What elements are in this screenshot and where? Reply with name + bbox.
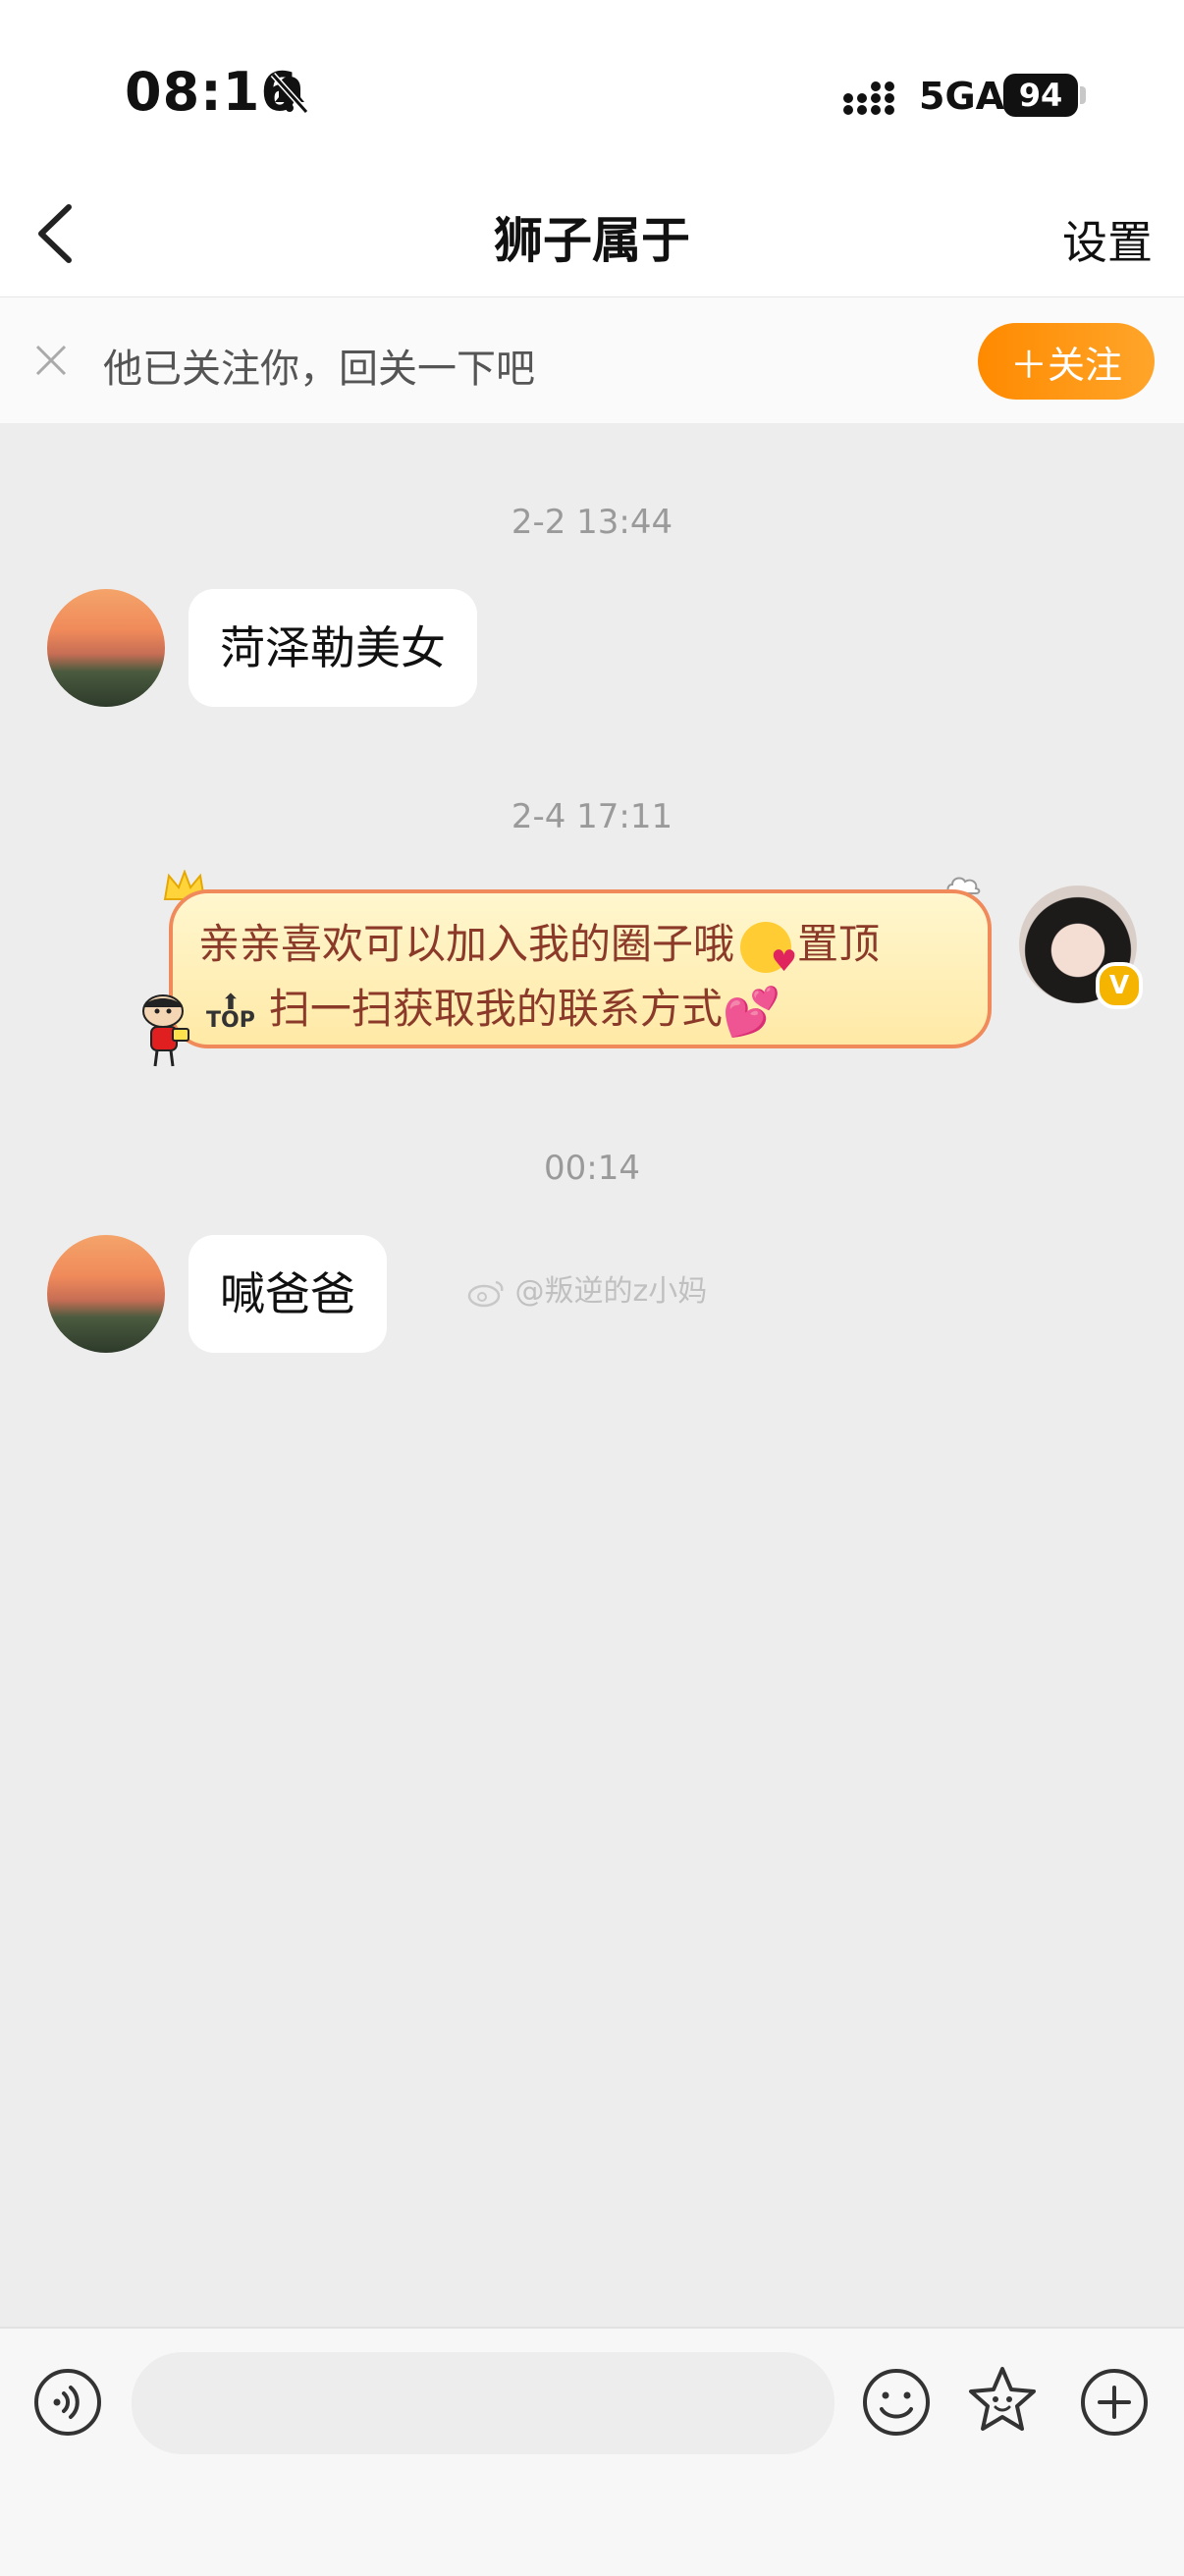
follow-back-banner: 他已关注你，回关一下吧 ＋关注 xyxy=(0,297,1184,423)
voice-icon[interactable] xyxy=(31,2366,104,2439)
mute-bell-icon xyxy=(270,72,309,115)
message-bubble[interactable]: 喊爸爸 xyxy=(188,1235,387,1353)
special-line-2: ⬆ TOP 扫一扫获取我的联系方式💕 xyxy=(206,976,781,1040)
message-bubble-special[interactable]: 亲亲喜欢可以加入我的圈子哦 置顶 ⬆TOP 扫一扫获取我的联系方式💕 xyxy=(169,889,992,1048)
contact-avatar[interactable] xyxy=(47,1235,165,1353)
message-timestamp: 2-4 17:11 xyxy=(511,797,673,836)
plus-icon[interactable] xyxy=(1078,2366,1151,2439)
status-bar: 08:16 5GA 94 xyxy=(0,0,1184,172)
contact-avatar[interactable] xyxy=(47,589,165,707)
message-input[interactable] xyxy=(132,2352,834,2454)
pin-top-icon: ⬆ TOP xyxy=(206,990,255,1033)
follow-back-text: 他已关注你，回关一下吧 xyxy=(103,347,535,392)
kiss-emoji-icon xyxy=(740,921,797,977)
close-icon[interactable] xyxy=(31,341,71,380)
sticker-icon[interactable] xyxy=(966,2364,1039,2437)
special-line-1-suffix: 置顶 xyxy=(797,920,881,968)
network-type: 5GA xyxy=(919,75,1005,118)
settings-button[interactable]: 设置 xyxy=(1062,207,1153,272)
nav-bar: 狮子属于 设置 xyxy=(0,172,1184,298)
chat-title: 狮子属于 xyxy=(494,212,690,269)
verified-v-badge: V xyxy=(1096,962,1143,1009)
weibo-logo-icon xyxy=(467,1280,504,1307)
special-line-2-text: 扫一扫获取我的联系方式 xyxy=(268,985,723,1033)
cartoon-sticker-icon xyxy=(142,994,189,1067)
emoji-icon[interactable] xyxy=(860,2366,933,2439)
watermark-text: @叛逆的z小妈 xyxy=(514,1274,708,1309)
signal-icon xyxy=(843,81,894,115)
special-line-1: 亲亲喜欢可以加入我的圈子哦 置顶 xyxy=(198,911,881,977)
battery-cap xyxy=(1080,86,1086,104)
top-label: TOP xyxy=(206,1007,255,1033)
input-bar xyxy=(0,2327,1184,2576)
hearts-emoji-icon: 💕 xyxy=(722,985,781,1040)
message-bubble[interactable]: 菏泽勒美女 xyxy=(188,589,477,707)
battery-level: 94 xyxy=(1003,74,1078,117)
weibo-watermark: @叛逆的z小妈 xyxy=(466,1266,707,1310)
message-timestamp: 2-2 13:44 xyxy=(511,503,673,542)
follow-button[interactable]: ＋关注 xyxy=(978,323,1155,400)
message-timestamp: 00:14 xyxy=(544,1149,640,1188)
special-line-1-text: 亲亲喜欢可以加入我的圈子哦 xyxy=(198,920,735,968)
